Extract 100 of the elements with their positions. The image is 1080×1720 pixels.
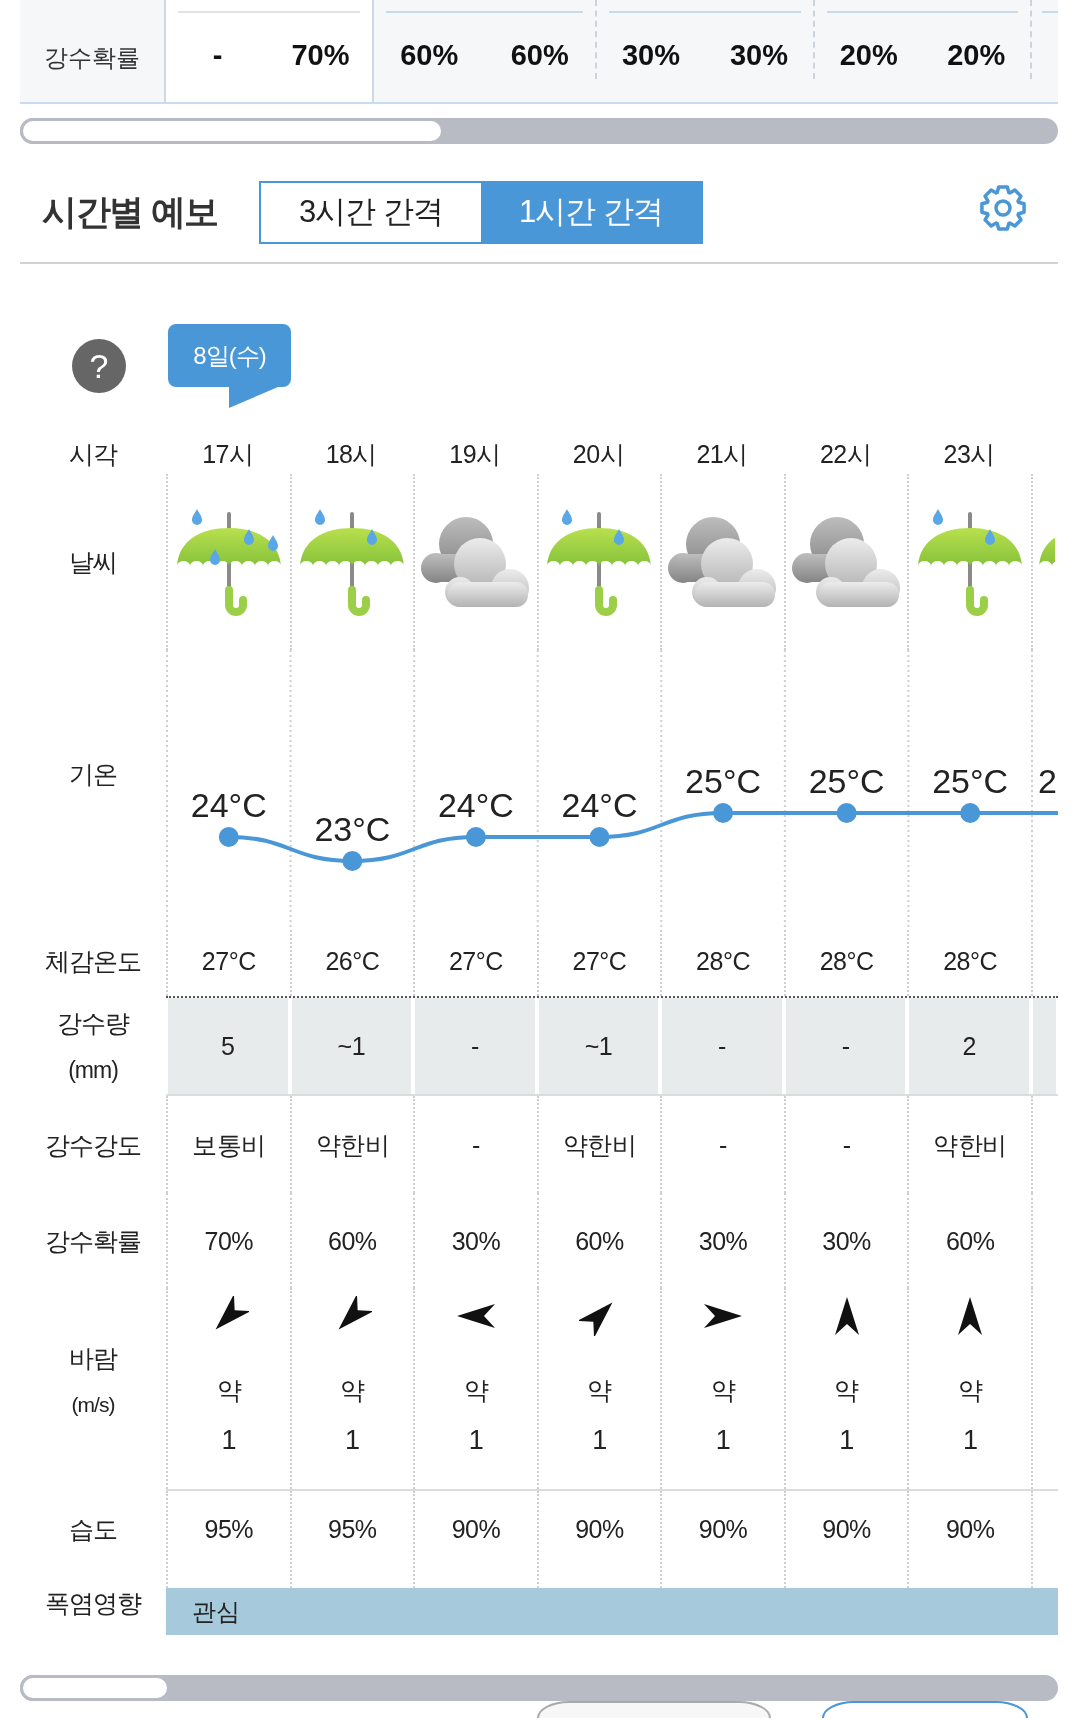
scrollbar[interactable] (20, 118, 1058, 144)
precipitation-amount: - (841, 1031, 850, 1061)
row-label: 강수확률 (44, 43, 140, 73)
temperature-dot (836, 803, 857, 823)
day-column[interactable]: 30% 30% (597, 0, 815, 102)
temperature-value: 24°C (190, 786, 267, 824)
wind-speed: 1 (592, 1425, 607, 1455)
precipitation-amount: - (718, 1031, 726, 1061)
precipitation-amount: ~1 (584, 1031, 613, 1061)
feels-like-value: 27°C (448, 946, 503, 976)
time-label: 18시 (325, 439, 377, 469)
feels-like-value: 26°C (325, 946, 380, 976)
row-label: 바람 (69, 1343, 117, 1373)
time-label: 19시 (449, 439, 501, 469)
precipitation-amount: 5 (221, 1031, 235, 1061)
probability-value: 60% (945, 1225, 995, 1256)
row-label: 시각 (69, 439, 117, 469)
feels-like-value: 27°C (572, 946, 627, 976)
date-label: 8일(수) (168, 324, 291, 409)
time-label: 17시 (202, 439, 254, 469)
time-label: 21시 (696, 439, 748, 469)
humidity-value: 95% (204, 1513, 254, 1544)
precipitation-amount: - (471, 1031, 479, 1061)
row-label: 기온 (69, 759, 117, 789)
probability-value: 70% (204, 1225, 254, 1256)
temperature-dot (713, 803, 734, 823)
time-label: 22시 (819, 439, 872, 469)
scrollbar[interactable] (20, 1675, 1058, 1701)
wind-strength: 약 (463, 1375, 489, 1405)
probability-value: 30% (822, 1225, 871, 1256)
wind-strength: 약 (587, 1375, 612, 1405)
probability-value: 30% (451, 1225, 501, 1256)
humidity-value: 90% (945, 1513, 995, 1544)
probability-value: - (212, 40, 223, 72)
probability-value: 30% (698, 1225, 748, 1256)
humidity-value: 95% (328, 1513, 377, 1544)
wind-speed: 1 (839, 1425, 854, 1455)
heat-impact-level: 관심 (192, 1596, 240, 1627)
wind-speed: 1 (715, 1425, 731, 1455)
wind-speed: 1 (221, 1425, 237, 1455)
row-label: 체감온도 (45, 946, 141, 976)
rain-intensity: 약한비 (315, 1129, 390, 1160)
section-title: 시간별 예보 (42, 192, 218, 232)
scrollbar-thumb[interactable] (20, 1675, 170, 1701)
row-label: 강수량 (57, 1007, 129, 1038)
temperature-value: 24°C (437, 786, 514, 824)
humidity-value: 90% (822, 1513, 871, 1544)
humidity-value: 90% (575, 1513, 624, 1544)
feels-like-value: 28°C (696, 946, 750, 976)
feels-like-value: 27°C (201, 946, 256, 976)
humidity-value: 90% (698, 1513, 748, 1544)
wind-speed: 1 (345, 1425, 360, 1455)
wind-speed: 1 (468, 1425, 484, 1455)
probability-value: 60% (575, 1225, 624, 1256)
rain-intensity: - (719, 1129, 727, 1160)
precipitation-amount: 2 (962, 1031, 976, 1061)
wind-strength: 약 (710, 1375, 736, 1405)
temperature-dot (960, 803, 981, 823)
temperature-value: 2 (1038, 762, 1057, 800)
probability-value: 60% (510, 40, 569, 72)
row-label: 강수확률 (45, 1225, 141, 1256)
rain-intensity: - (842, 1129, 851, 1160)
temperature-dot (465, 827, 486, 847)
day-column[interactable]: - 70% (166, 0, 374, 102)
row-label: 강수강도 (45, 1129, 141, 1160)
unit-label: (mm) (68, 1055, 118, 1085)
probability-value: 30% (621, 40, 680, 72)
rain-intensity: 약한비 (562, 1129, 637, 1160)
day-column[interactable]: 20% 20% (815, 0, 1032, 102)
help-button[interactable]: ? (72, 339, 126, 393)
wind-strength: 약 (340, 1375, 365, 1405)
rain-intensity: 약한비 (933, 1129, 1007, 1160)
row-label: 날씨 (69, 547, 117, 577)
rain-intensity: 보통비 (192, 1129, 266, 1160)
temperature-value: 25°C (808, 762, 885, 800)
feels-like-value: 28°C (819, 946, 874, 976)
settings-icon[interactable] (979, 184, 1027, 232)
probability-value: 70% (291, 40, 350, 72)
time-label: 20시 (572, 439, 625, 469)
wind-speed: 1 (962, 1425, 978, 1455)
wind-strength: 약 (957, 1375, 983, 1405)
rain-intensity: - (472, 1129, 480, 1160)
temperature-dot (342, 851, 363, 871)
precipitation-amount: ~1 (337, 1031, 366, 1061)
wind-strength: 약 (216, 1375, 242, 1405)
probability-value: 60% (400, 40, 459, 72)
temperature-dot (218, 827, 239, 847)
probability-value: 20% (839, 40, 898, 72)
temperature-value: 25°C (932, 762, 1009, 800)
temperature-value: 25°C (685, 762, 762, 800)
day-column[interactable]: 60% 60% (374, 0, 597, 102)
time-label: 23시 (943, 439, 995, 469)
temperature-value: 23°C (314, 810, 391, 848)
unit-label: (m/s) (71, 1392, 115, 1418)
temperature-value: 24°C (561, 786, 638, 824)
humidity-value: 90% (451, 1513, 501, 1544)
wind-strength: 약 (834, 1375, 859, 1405)
feels-like-value: 28°C (943, 946, 998, 976)
scrollbar-thumb[interactable] (20, 118, 444, 144)
probability-value: 30% (729, 40, 788, 72)
